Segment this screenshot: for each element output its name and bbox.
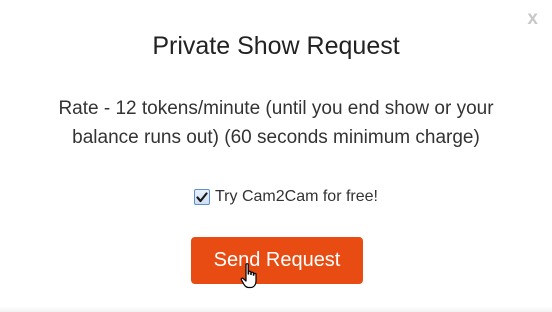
send-request-label[interactable]: Send Request xyxy=(214,249,341,272)
checkmark-icon xyxy=(196,191,208,202)
send-request-button[interactable]: Send Request xyxy=(191,237,363,284)
rate-line-2: balance runs out) (60 seconds minimum ch… xyxy=(72,127,480,148)
cam2cam-option[interactable]: Try Cam2Cam for free! xyxy=(0,188,552,206)
cam2cam-label[interactable]: Try Cam2Cam for free! xyxy=(215,188,378,206)
cam2cam-checkbox[interactable] xyxy=(194,189,210,205)
rate-description: Rate - 12 tokens/minute (until you end s… xyxy=(20,94,532,152)
bottom-shadow xyxy=(0,306,552,312)
hand-pointer-cursor-icon xyxy=(240,263,257,289)
close-icon[interactable]: x xyxy=(527,8,538,29)
private-show-request-dialog: x Private Show Request Rate - 12 tokens/… xyxy=(0,0,552,312)
close-button[interactable]: x xyxy=(527,9,538,28)
dialog-title: Private Show Request xyxy=(152,32,400,60)
rate-line-1: Rate - 12 tokens/minute (until you end s… xyxy=(58,98,494,119)
